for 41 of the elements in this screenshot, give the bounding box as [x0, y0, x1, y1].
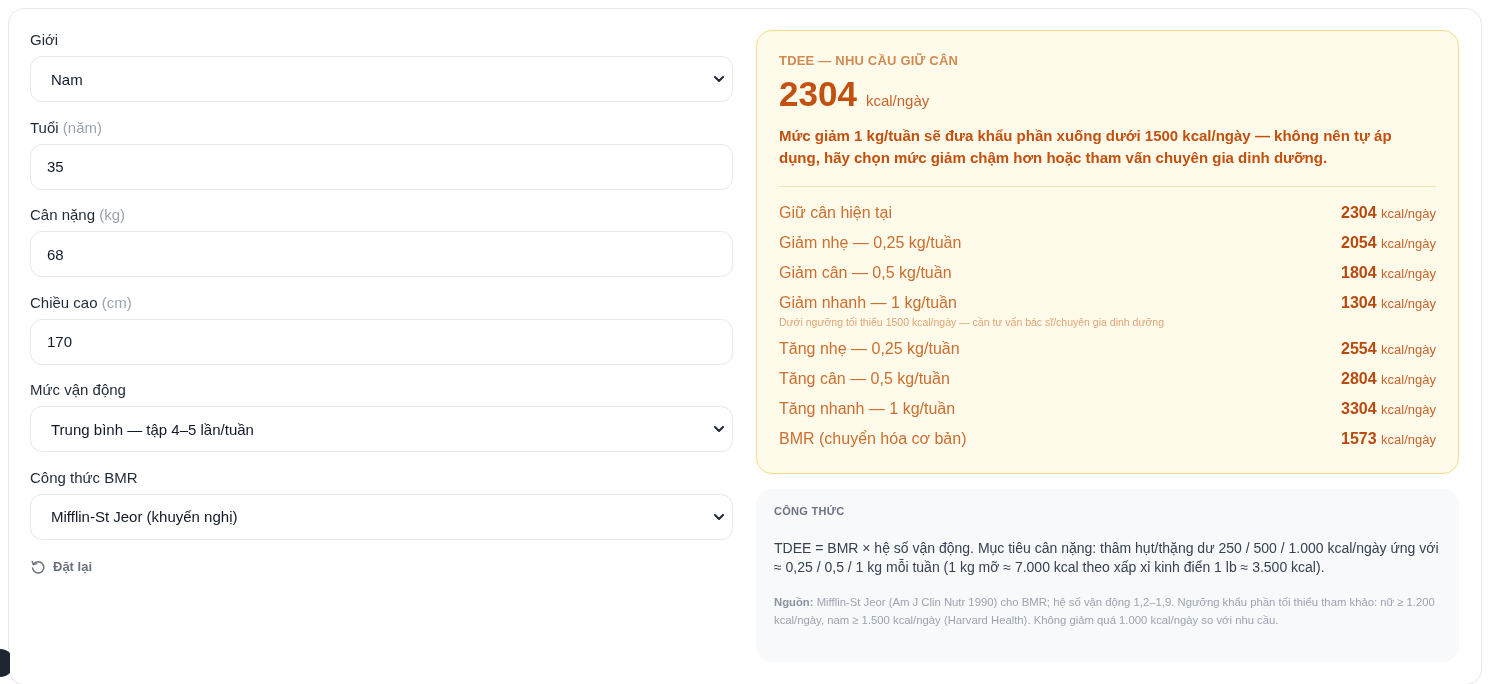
calorie-value: 2054 kcal/ngày: [1341, 233, 1436, 253]
goal-label: Giữ cân hiện tại: [779, 203, 892, 223]
goal-label: Tăng nhẹ — 0,25 kg/tuần: [779, 339, 960, 359]
goal-label: Giảm nhanh — 1 kg/tuần: [779, 293, 957, 313]
input-field[interactable]: 170: [30, 318, 733, 365]
input-field[interactable]: 35: [30, 143, 733, 190]
tdee-value: 2304: [779, 74, 857, 114]
chevron-down-icon: [714, 76, 724, 82]
goal-label: Giảm cân — 0,5 kg/tuần: [779, 263, 952, 283]
reset-button[interactable]: Đặt lại: [31, 556, 92, 577]
input-field[interactable]: 68: [30, 231, 733, 277]
goal-label: BMR (chuyển hóa cơ bản): [779, 429, 967, 449]
field-label: Giới: [30, 30, 59, 50]
calorie-value: 1573 kcal/ngày: [1341, 429, 1436, 449]
circular-arrow-icon: [31, 559, 45, 574]
field-label: Tuổi (năm): [30, 117, 102, 138]
tdee-unit: kcal/ngày: [865, 92, 930, 109]
source-text: Nguồn: Mifflin-St Jeor (Am J Clin Nutr 1990) cho BMR; hệ số vận động 1,2–1,9. Ngưỡng khẩu phần tối thiểu tham khảo: nữ ≥ 1.200 kcal/ngày, nam ≥ 1.500 kcal/ngày (Harvard Health). Không giảm quá 1.000 kcal/ngày so với nhu cầu.: [774, 595, 1436, 628]
calorie-value: 2554 kcal/ngày: [1341, 339, 1436, 359]
goal-label: Tăng cân — 0,5 kg/tuần: [779, 369, 950, 389]
field-label: Chiều cao (cm): [30, 292, 132, 313]
warning-text: Mức giảm 1 kg/tuần sẽ đưa khẩu phần xuống dưới 1500 kcal/ngày — không nên tự áp dụng, hãy chọn mức giảm chậm hơn hoặc tham vấn chuyên gia dinh dưỡng.: [779, 126, 1393, 168]
field-label: Mức vận động: [30, 380, 126, 400]
dropdown[interactable]: Trung bình — tập 4–5 lần/tuần: [30, 406, 733, 452]
chevron-down-icon: [714, 426, 724, 432]
formula-title: CÔNG THỨC: [774, 504, 845, 519]
calorie-value: 1304 kcal/ngày: [1341, 293, 1436, 313]
dropdown[interactable]: Mifflin-St Jeor (khuyến nghị): [30, 493, 733, 540]
dropdown[interactable]: Nam: [30, 56, 733, 102]
calorie-value: 2304 kcal/ngày: [1341, 203, 1436, 223]
goal-label: Tăng nhanh — 1 kg/tuần: [779, 399, 956, 419]
chevron-down-icon: [714, 513, 724, 520]
result-title: TDEE — NHU CẦU GIỮ CÂN: [779, 52, 959, 70]
formula-text: TDEE = BMR × hệ số vận động. Mục tiêu cân nặng: thâm hụt/thặng dư 250 / 500 / 1.000 kcal/ngày ứng với ≈ 0,25 / 0,5 / 1 kg mỗi tuần (1 kg mỡ ≈ 7.000 kcal theo xấp xỉ kinh điển 1 lb ≈ 3.500 kcal).: [774, 539, 1440, 577]
goal-label: Giảm nhẹ — 0,25 kg/tuần: [779, 233, 962, 253]
calorie-value: 3304 kcal/ngày: [1341, 399, 1436, 419]
warning-note: Dưới ngưỡng tối thiểu 1500 kcal/ngày — cần tư vấn bác sĩ/chuyên gia dinh dưỡng: [779, 315, 1164, 329]
calorie-value: 2804 kcal/ngày: [1341, 369, 1436, 389]
field-label: Cân nặng (kg): [30, 205, 126, 225]
calorie-value: 1804 kcal/ngày: [1341, 263, 1436, 283]
field-label: Công thức BMR: [30, 467, 138, 488]
